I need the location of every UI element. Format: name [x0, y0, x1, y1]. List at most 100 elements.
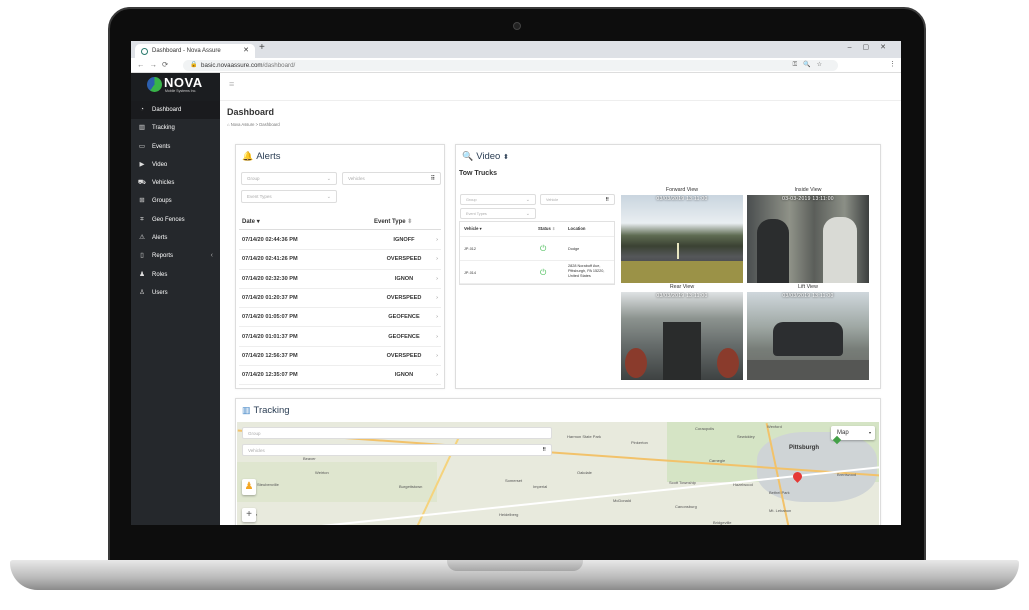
window-controls[interactable]: –▢✕ [848, 43, 897, 51]
col-status[interactable]: Status ⬍ [538, 226, 556, 231]
rear-view-image[interactable]: 03/03/2019 13:11:00 [621, 292, 743, 380]
sidebar-item-video[interactable]: ▶ Video [131, 156, 220, 174]
cam-label-inside: Inside View [794, 187, 822, 193]
home-icon: ⌂ [227, 122, 230, 127]
map-label: Oakdale [577, 470, 592, 475]
close-tab-icon[interactable]: ✕ [243, 44, 249, 58]
lift-view-image[interactable]: 03/03/2019 13:11:00 [747, 292, 869, 380]
group-placeholder: Group [466, 198, 477, 202]
alert-row[interactable]: 07/14/20 01:20:37 PM OVERSPEED › [239, 289, 441, 309]
breadcrumb-home[interactable]: Nova Assure [231, 122, 255, 127]
grid-icon: ⊞ [139, 197, 145, 205]
alert-row[interactable]: 07/14/20 01:05:07 PM GEOFENCE › [239, 308, 441, 328]
alert-event-type: OVERSPEED [386, 294, 422, 301]
browser-tab[interactable]: Dashboard - Nova Assure ✕ [135, 44, 255, 58]
new-tab-icon[interactable]: + [259, 42, 265, 53]
video-row[interactable]: JP-014 ⏻ 2828 Noraboff Ave, Pittsburgh, … [460, 260, 614, 284]
page-title: Dashboard [227, 107, 275, 117]
alert-date: 07/14/20 01:01:37 PM [242, 333, 298, 340]
vehicle-id: JP-012 [464, 247, 477, 251]
alerts-title: Alerts [256, 151, 281, 162]
chevron-right-icon[interactable]: › [436, 366, 438, 385]
alerts-vehicles-select[interactable]: Vehicles ⠿ [342, 172, 441, 185]
tab-title: Dashboard - Nova Assure [152, 48, 221, 54]
menu-toggle-icon[interactable]: ≡ [229, 79, 234, 89]
sidebar-item-roles[interactable]: ♟ Roles [131, 266, 220, 284]
sidebar-item-dashboard[interactable]: ◔ Dashboard [131, 101, 220, 120]
url-input[interactable]: 🔒 basic.novaassure.com/dashboard/ ⚿🔍☆ [183, 60, 838, 71]
chevron-right-icon[interactable]: › [436, 347, 438, 366]
chevron-right-icon[interactable]: › [436, 270, 438, 289]
chevron-right-icon[interactable]: › [436, 250, 438, 269]
chevron-right-icon[interactable]: › [436, 231, 438, 250]
chevron-right-icon[interactable]: › [436, 328, 438, 347]
video-vehicle-table: Vehicle ▾ Status ⬍ Location JP-012 ⏻ Dod… [459, 221, 615, 285]
chevron-right-icon[interactable]: › [436, 308, 438, 327]
map-label: Coraopolis [695, 426, 715, 431]
alerts-table-header: Date ▾ Event Type ⬍ [239, 212, 441, 230]
alert-event-type: IGNOFF [393, 237, 415, 243]
map-label: Carnegie [709, 458, 726, 463]
forward-view-image[interactable]: 03/03/2019 13:11:00 [621, 195, 743, 283]
browser-menu-icon[interactable]: ⋮ [889, 60, 896, 68]
sidebar-item-tracking[interactable]: ▥ Tracking [131, 119, 220, 137]
sidebar-item-alerts[interactable]: ⚠ Alerts [131, 229, 220, 247]
chevron-down-icon: ⌄ [326, 176, 331, 182]
alerts-event-types-select[interactable]: Event Types ⌄ [241, 190, 337, 203]
video-group-select[interactable]: Group ⌄ [460, 194, 536, 205]
map-label: Scott Township [669, 480, 696, 485]
alert-row[interactable]: 07/14/20 02:44:36 PM IGNOFF › [239, 231, 441, 251]
cam-timestamp: 03/03/2019 13:11:00 [656, 196, 708, 202]
alert-date: 07/14/20 02:32:30 PM [242, 275, 298, 282]
map-label: McDonald [613, 498, 632, 503]
cam-timestamp: 03-03-2019 13:11:00 [782, 196, 834, 202]
sidebar-item-vehicles[interactable]: ⛟ Vehicles [131, 174, 220, 192]
tracking-vehicles-select[interactable]: Vehicles ⠿ [242, 444, 552, 456]
col-event-type[interactable]: Event Type ⬍ [374, 218, 412, 225]
user-icon: ♟ [139, 270, 145, 278]
col-vehicle[interactable]: Vehicle ▾ [464, 226, 482, 231]
inside-view-image[interactable]: 03-03-2019 13:11:00 [747, 195, 869, 283]
map-label: Canonsburg [675, 504, 697, 509]
cam-label-forward: Forward View [665, 187, 699, 193]
video-row[interactable]: JP-012 ⏻ Dodge [460, 236, 614, 260]
grid-icon: ⠿ [542, 447, 546, 453]
chevron-right-icon[interactable]: › [436, 289, 438, 308]
car-icon: ⛟ [137, 179, 147, 187]
sidebar-item-label: Groups [152, 198, 172, 205]
screen: Dashboard - Nova Assure ✕ + –▢✕ ←→⟳ 🔒 ba… [131, 41, 901, 525]
video-event-types-select[interactable]: Event Types ⌄ [460, 208, 536, 219]
video-vehicle-select[interactable]: Vehicle ⠿ [540, 194, 615, 205]
favicon-icon [141, 48, 148, 55]
alert-row[interactable]: 07/14/20 12:35:07 PM IGNON › [239, 366, 441, 386]
bell-icon: 🔔 [242, 151, 254, 161]
alert-row[interactable]: 07/14/20 01:01:37 PM GEOFENCE › [239, 328, 441, 347]
col-date[interactable]: Date ▾ [242, 218, 260, 225]
alerts-group-select[interactable]: Group ⌄ [241, 172, 337, 185]
alert-date: 07/14/20 12:35:07 PM [242, 372, 298, 379]
map-label: Somerset [505, 478, 523, 483]
alert-row[interactable]: 07/14/20 12:56:37 PM OVERSPEED › [239, 347, 441, 367]
vehicle-location: Dodge [568, 247, 580, 251]
logo[interactable]: NOVA Mobile Systems Inc. [131, 73, 220, 101]
caret-down-icon: ▾ [868, 430, 871, 435]
alert-row[interactable]: 07/14/20 02:32:30 PM IGNON › [239, 270, 441, 289]
alert-row[interactable]: 07/14/20 02:41:26 PM OVERSPEED › [239, 250, 441, 270]
group-placeholder: Group [247, 176, 260, 181]
tracking-group-select[interactable]: Group [242, 427, 552, 439]
url-actions[interactable]: ⚿🔍☆ [793, 60, 828, 71]
street-view-pegman-icon[interactable]: ♟ [242, 479, 256, 495]
url-host: basic.novaassure.com [201, 62, 263, 69]
tracking-map[interactable]: Pittsburgh Harmon State Park Pinkerton S… [237, 422, 879, 525]
sidebar-item-users[interactable]: ♙ Users [131, 284, 220, 302]
sidebar-item-groups[interactable]: ⊞ Groups [131, 192, 220, 210]
alert-date: 07/14/20 01:20:37 PM [242, 294, 298, 301]
sort-icon[interactable]: ⬍ [503, 154, 509, 161]
zoom-in-button[interactable]: + [242, 508, 256, 522]
sidebar-item-reports[interactable]: ▯ Reports ‹ [131, 247, 220, 265]
sidebar-item-events[interactable]: ▭ Events [131, 138, 220, 156]
sidebar-item-label: Roles [152, 271, 168, 278]
chevron-left-icon: ‹ [210, 252, 213, 260]
sidebar-item-geo-fences[interactable]: ⌗ Geo Fences [131, 211, 220, 229]
nav-buttons[interactable]: ←→⟳ [137, 60, 173, 69]
